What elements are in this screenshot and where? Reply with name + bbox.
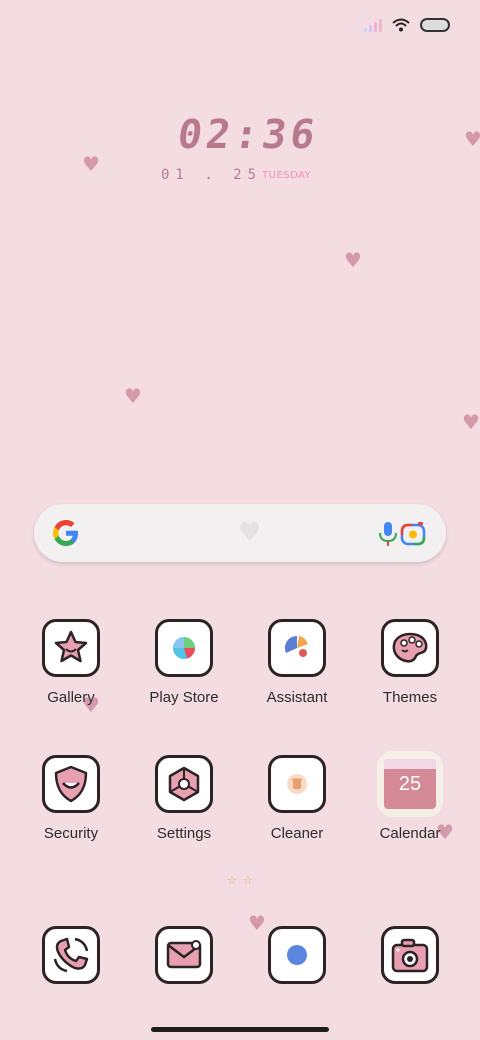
shield-icon	[54, 765, 88, 803]
palette-icon	[392, 632, 428, 663]
app-label: Security	[43, 825, 99, 842]
app-label: Cleaner	[270, 825, 324, 842]
assistant-icon	[284, 635, 308, 657]
clock-date: 01 . 25	[161, 167, 263, 183]
heart-decoration: ♥	[464, 127, 480, 151]
calendar-header	[384, 759, 436, 769]
app-label: Calendar	[379, 825, 441, 842]
dock-browser[interactable]	[252, 926, 342, 984]
app-play-store[interactable]: Play Store	[139, 619, 229, 706]
camera-icon	[391, 938, 429, 973]
app-calendar[interactable]: 25 Calendar	[365, 751, 455, 842]
app-themes[interactable]: Themes	[365, 619, 455, 706]
app-label: Gallery	[47, 689, 95, 706]
app-tile	[42, 619, 100, 677]
app-label: Assistant	[266, 689, 328, 706]
app-label: Settings	[156, 825, 212, 842]
heart-decoration: ♥	[344, 248, 362, 272]
battery-icon	[420, 18, 450, 32]
app-gallery[interactable]: Gallery	[26, 619, 116, 706]
dock-camera[interactable]	[365, 926, 455, 984]
calendar-icon: 25	[377, 751, 443, 817]
gesture-nav-bar[interactable]	[151, 1027, 329, 1032]
dock-messages[interactable]	[139, 926, 229, 984]
heart-decoration: ♥	[238, 518, 262, 548]
microphone-icon[interactable]	[376, 521, 400, 547]
trash-icon	[287, 774, 307, 794]
browser-icon	[287, 945, 307, 965]
stars-decoration: ☆☆	[227, 874, 259, 887]
app-label: Themes	[382, 689, 438, 706]
app-tile	[381, 926, 439, 984]
google-lens-icon[interactable]	[400, 521, 426, 547]
wifi-icon	[392, 18, 410, 32]
app-tile	[381, 619, 439, 677]
dock-phone[interactable]	[26, 926, 116, 984]
clock-day: TUESDAY	[262, 170, 312, 181]
heart-decoration: ♥	[462, 410, 480, 434]
app-assistant[interactable]: Assistant	[252, 619, 342, 706]
play-store-icon	[173, 637, 196, 659]
star-icon	[54, 630, 88, 663]
clock-time[interactable]: 02:36	[175, 112, 322, 158]
app-tile	[268, 755, 326, 813]
app-tile	[268, 926, 326, 984]
app-label: Play Store	[149, 689, 219, 706]
heart-decoration: ♥	[82, 152, 100, 176]
signal-icon	[364, 18, 382, 32]
app-tile	[155, 619, 213, 677]
gear-icon	[168, 766, 200, 802]
app-tile	[42, 926, 100, 984]
app-security[interactable]: Security	[26, 755, 116, 842]
status-bar	[364, 18, 450, 32]
app-cleaner[interactable]: Cleaner	[252, 755, 342, 842]
google-search-bar[interactable]: ♥	[34, 504, 446, 562]
app-tile	[155, 926, 213, 984]
app-tile	[42, 755, 100, 813]
calendar-day-number: 25	[398, 773, 422, 795]
google-g-icon	[53, 520, 78, 546]
heart-decoration: ♥	[124, 384, 142, 408]
app-tile	[268, 619, 326, 677]
app-settings[interactable]: Settings	[139, 755, 229, 842]
messages-icon	[166, 940, 202, 969]
calendar-face: 25	[384, 759, 436, 809]
phone-icon	[53, 937, 89, 973]
app-tile	[155, 755, 213, 813]
